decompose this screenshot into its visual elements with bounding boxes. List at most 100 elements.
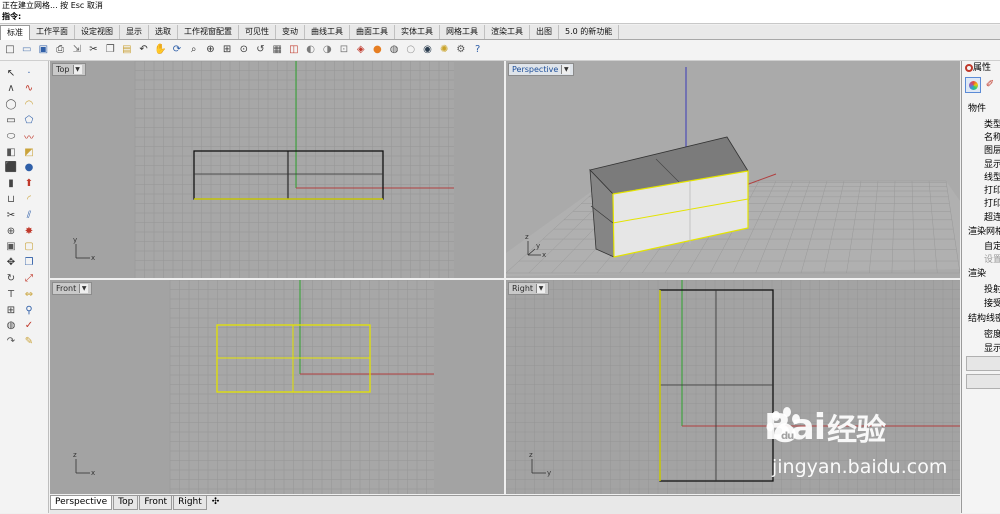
render-preview-icon[interactable]: ○ bbox=[404, 43, 418, 57]
new-icon[interactable]: □ bbox=[3, 43, 17, 57]
material-icon[interactable]: ◍ bbox=[387, 43, 401, 57]
property-row[interactable]: 打印 bbox=[984, 183, 1000, 196]
tab-10[interactable]: 实体工具 bbox=[395, 25, 440, 39]
tab-14[interactable]: 5.0 的新功能 bbox=[559, 25, 620, 39]
light-icon[interactable]: ✺ bbox=[437, 43, 451, 57]
cplane-icon[interactable]: ◫ bbox=[287, 43, 301, 57]
four-viewports-icon[interactable]: ▦ bbox=[270, 43, 284, 57]
group-icon[interactable]: ▣ bbox=[3, 239, 19, 255]
help-icon[interactable]: ? bbox=[471, 43, 485, 57]
chevron-down-icon[interactable]: ▼ bbox=[536, 284, 546, 293]
property-row[interactable]: 显示 bbox=[984, 341, 1000, 354]
rotate-view-icon[interactable]: ⟳ bbox=[170, 43, 184, 57]
lock-icon[interactable]: ⊡ bbox=[337, 43, 351, 57]
rectangle-icon[interactable]: ▭ bbox=[3, 112, 19, 128]
viewport-title-right[interactable]: Right ▼ bbox=[508, 282, 550, 295]
zoom-extents-icon[interactable]: ⊞ bbox=[220, 43, 234, 57]
tab-8[interactable]: 曲线工具 bbox=[305, 25, 350, 39]
property-row[interactable]: 密度 bbox=[984, 327, 1000, 340]
cylinder-icon[interactable]: ▮ bbox=[3, 176, 19, 192]
panel-button-0[interactable] bbox=[966, 356, 1000, 371]
circle-icon[interactable]: ◯ bbox=[3, 97, 19, 113]
viewport-title-perspective[interactable]: Perspective ▼ bbox=[508, 63, 575, 76]
surface-icon[interactable]: ◧ bbox=[3, 144, 19, 160]
explode-icon[interactable]: ✸ bbox=[21, 223, 37, 239]
polyline-icon[interactable]: ∧ bbox=[3, 81, 19, 97]
box-icon[interactable]: ⬛ bbox=[3, 160, 19, 176]
trim-icon[interactable]: ✂ bbox=[3, 207, 19, 223]
tab-2[interactable]: 设定视图 bbox=[75, 25, 120, 39]
tab-3[interactable]: 显示 bbox=[120, 25, 149, 39]
chevron-down-icon[interactable]: ▼ bbox=[72, 65, 82, 74]
show-icon[interactable]: ◑ bbox=[320, 43, 334, 57]
fillet-icon[interactable]: ◜ bbox=[21, 191, 37, 207]
viewport-perspective[interactable]: z x y Perspective ▼ bbox=[506, 61, 960, 278]
print-icon[interactable]: ⎙ bbox=[53, 43, 67, 57]
material-brush-icon[interactable]: ✐ bbox=[983, 77, 997, 91]
viewport-front[interactable]: z x Front ▼ bbox=[50, 280, 504, 494]
options-icon[interactable]: ⚙ bbox=[454, 43, 468, 57]
tab-9[interactable]: 曲面工具 bbox=[350, 25, 395, 39]
property-row[interactable]: 类型 bbox=[984, 117, 1000, 130]
loft-icon[interactable]: ◩ bbox=[21, 144, 37, 160]
zoom-icon[interactable]: ⌕ bbox=[187, 43, 201, 57]
render-object-icon[interactable]: ◍ bbox=[3, 318, 19, 334]
check-icon[interactable]: ✓ bbox=[21, 318, 37, 334]
property-row[interactable]: 设置 bbox=[984, 252, 1000, 265]
move-icon[interactable]: ✥ bbox=[3, 255, 19, 271]
scale-icon[interactable]: ⤢ bbox=[21, 270, 37, 286]
chevron-down-icon[interactable]: ▼ bbox=[79, 284, 89, 293]
paste-icon[interactable]: ▤ bbox=[120, 43, 134, 57]
ellipse-icon[interactable]: ⬭ bbox=[3, 128, 19, 144]
rotate-icon[interactable]: ↻ bbox=[3, 270, 19, 286]
render-color-icon[interactable]: ● bbox=[370, 43, 384, 57]
command-line[interactable]: 指令: bbox=[0, 11, 1000, 24]
property-row[interactable]: 接受 bbox=[984, 296, 1000, 309]
cut-icon[interactable]: ✂ bbox=[87, 43, 101, 57]
sweep-icon[interactable]: ↷ bbox=[3, 334, 19, 350]
panel-button-1[interactable] bbox=[966, 374, 1000, 389]
pan-icon[interactable]: ✋ bbox=[153, 43, 167, 57]
panel-tab-properties[interactable]: 属性 bbox=[965, 62, 991, 74]
viewport-tab-perspective[interactable]: Perspective bbox=[50, 496, 113, 510]
mesh-icon[interactable]: ⊞ bbox=[3, 302, 19, 318]
copy-object-icon[interactable]: ❐ bbox=[21, 255, 37, 271]
property-row[interactable]: 显示 bbox=[984, 157, 1000, 170]
sphere-icon[interactable]: ● bbox=[21, 160, 37, 176]
chevron-down-icon[interactable]: ▼ bbox=[561, 65, 571, 74]
paint-icon[interactable]: ✎ bbox=[21, 334, 37, 350]
property-row[interactable]: 打印 bbox=[984, 196, 1000, 209]
layer-icon[interactable]: ◈ bbox=[354, 43, 368, 57]
text-icon[interactable]: T bbox=[3, 286, 19, 302]
select-arrow-icon[interactable]: ↖ bbox=[3, 65, 19, 81]
tab-7[interactable]: 变动 bbox=[276, 25, 305, 39]
render-icon[interactable]: ◉ bbox=[421, 43, 435, 57]
extrude-icon[interactable]: ⬆ bbox=[21, 176, 37, 192]
zoom-selected-icon[interactable]: ⊙ bbox=[237, 43, 251, 57]
property-row[interactable]: 名称 bbox=[984, 130, 1000, 143]
join-icon[interactable]: ⊕ bbox=[3, 223, 19, 239]
point-icon[interactable]: · bbox=[21, 65, 37, 81]
save-icon[interactable]: ▣ bbox=[36, 43, 50, 57]
tab-6[interactable]: 可见性 bbox=[239, 25, 276, 39]
analyze-icon[interactable]: ⚲ bbox=[21, 302, 37, 318]
tab-12[interactable]: 渲染工具 bbox=[485, 25, 530, 39]
undo-view-icon[interactable]: ↺ bbox=[254, 43, 268, 57]
split-icon[interactable]: ⫽ bbox=[21, 207, 37, 223]
tab-11[interactable]: 网格工具 bbox=[440, 25, 485, 39]
copy-icon[interactable]: ❐ bbox=[103, 43, 117, 57]
dimension-icon[interactable]: ⇔ bbox=[21, 286, 37, 302]
tab-4[interactable]: 选取 bbox=[149, 25, 178, 39]
property-row[interactable]: 超连 bbox=[984, 210, 1000, 223]
object-properties-button[interactable] bbox=[965, 77, 981, 93]
viewport-right[interactable]: z y Right ▼ Bai du 经验 jingyan.baidu.com bbox=[506, 280, 960, 494]
property-row[interactable]: 线型 bbox=[984, 170, 1000, 183]
tab-0[interactable]: 标准 bbox=[0, 25, 30, 40]
import-icon[interactable]: ⇲ bbox=[70, 43, 84, 57]
viewport-title-front[interactable]: Front ▼ bbox=[52, 282, 93, 295]
arc-icon[interactable]: ◠ bbox=[21, 97, 37, 113]
property-row[interactable]: 图层 bbox=[984, 143, 1000, 156]
tab-5[interactable]: 工作视窗配置 bbox=[178, 25, 239, 39]
curve-icon[interactable]: ∿ bbox=[21, 81, 37, 97]
property-row[interactable]: 自定 bbox=[984, 239, 1000, 252]
